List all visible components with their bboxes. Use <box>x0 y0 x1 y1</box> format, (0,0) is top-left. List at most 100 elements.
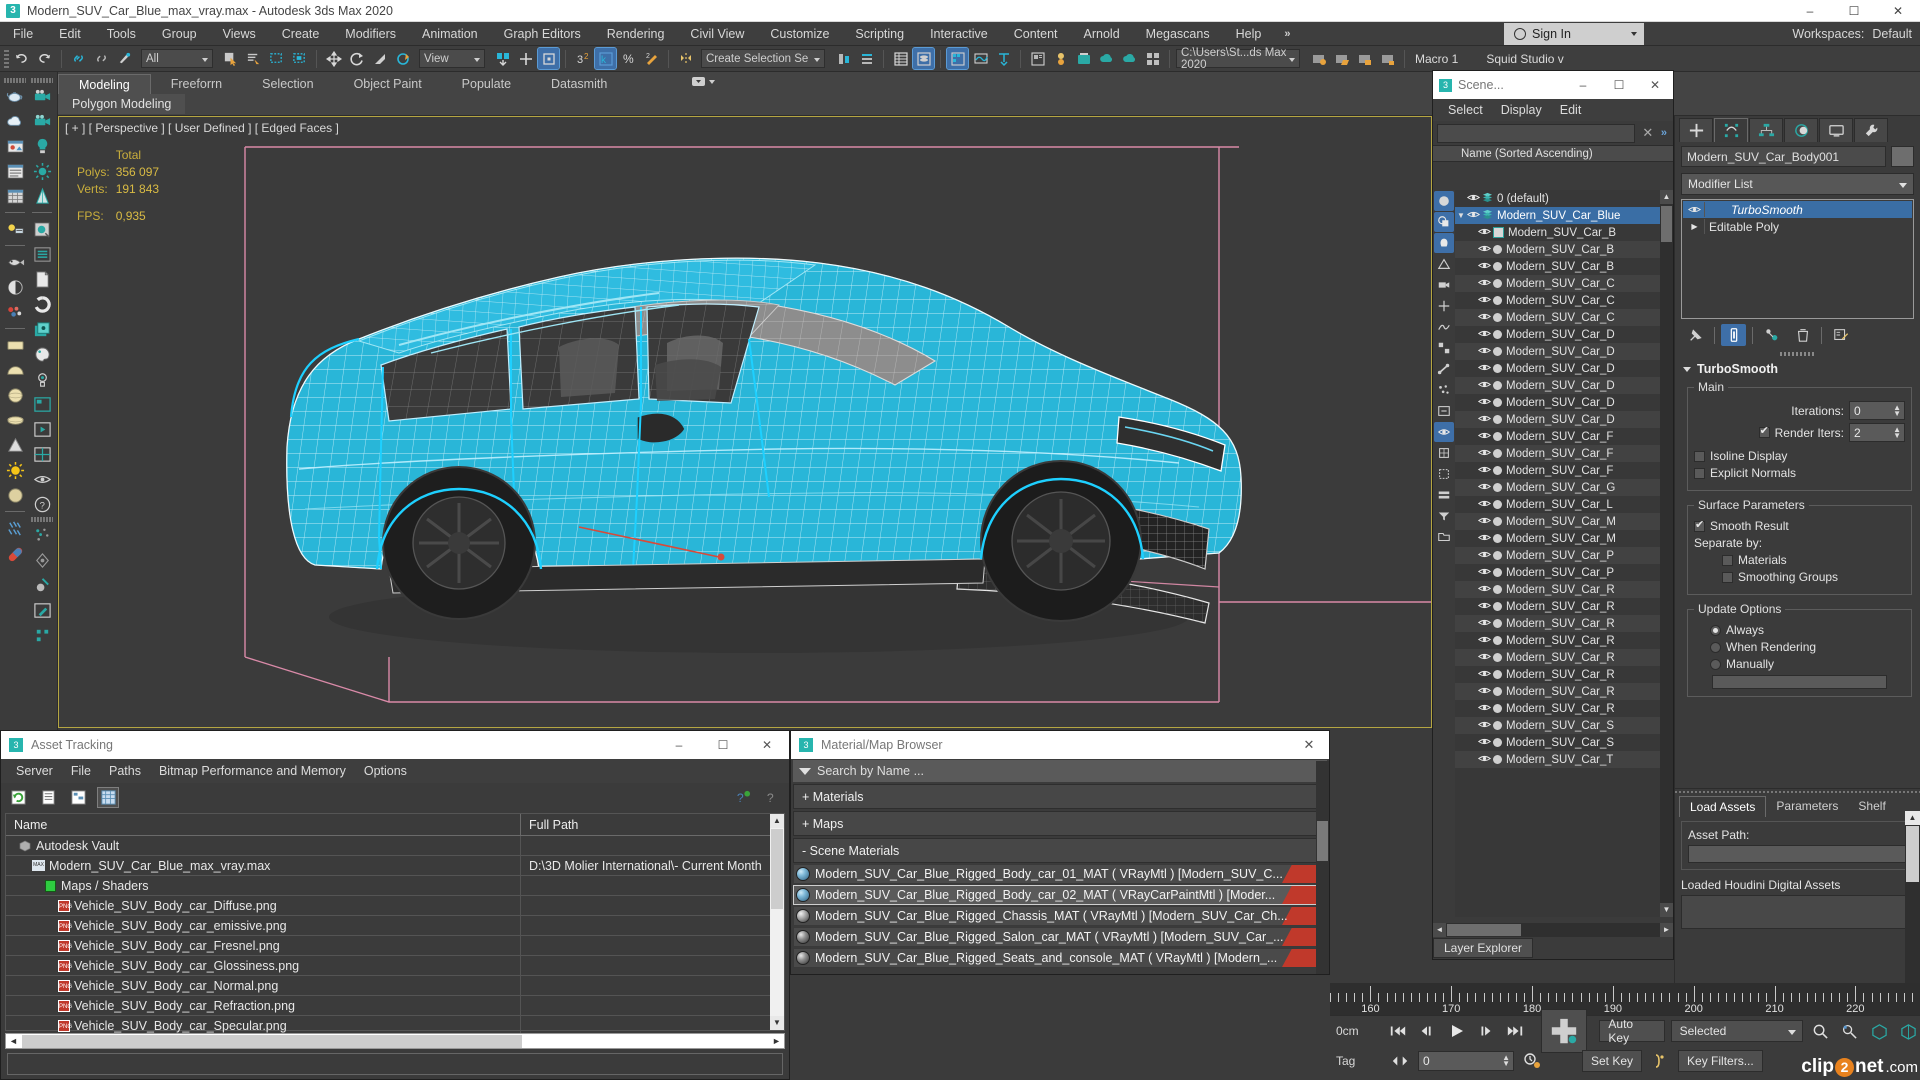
visibility-eye-icon[interactable] <box>1477 463 1493 479</box>
visibility-eye-icon[interactable] <box>1477 667 1493 683</box>
scene-explorer-row[interactable]: Modern_SUV_Car_M <box>1455 513 1673 530</box>
menu-item-arnold[interactable]: Arnold <box>1071 22 1133 46</box>
physical-camera-icon[interactable] <box>30 109 54 133</box>
scene-explorer-row[interactable]: Modern_SUV_Car_D <box>1455 360 1673 377</box>
auto-key-button[interactable]: Auto Key <box>1599 1017 1665 1045</box>
filter-bones-icon[interactable] <box>1434 359 1454 379</box>
open-project-folder-icon[interactable] <box>1331 48 1352 69</box>
reference-coordinate-system-dropdown[interactable]: View <box>419 49 485 68</box>
when-rendering-radio[interactable] <box>1710 641 1721 653</box>
houdini-panel-scrollbar[interactable]: ▲ <box>1905 811 1920 988</box>
ribbon-display-dropdown[interactable] <box>690 73 724 91</box>
scrollbar-thumb[interactable] <box>1661 206 1672 242</box>
menu-item-views[interactable]: Views <box>210 22 269 46</box>
hemisphere-shade-icon[interactable] <box>3 275 27 299</box>
scene-explorer-row[interactable]: Modern_SUV_Car_R <box>1455 666 1673 683</box>
scene-explorer-row[interactable]: Modern_SUV_Car_S <box>1455 734 1673 751</box>
compact-material-editor-icon[interactable] <box>993 48 1014 69</box>
list-view-icon[interactable] <box>37 787 59 808</box>
asset-path-field[interactable] <box>1688 845 1907 863</box>
set-key-button[interactable]: Set Key <box>1582 1050 1643 1072</box>
render-in-cloud-icon[interactable] <box>1096 48 1117 69</box>
panel-splitter[interactable] <box>1779 352 1816 356</box>
visibility-eye-icon[interactable] <box>1477 242 1493 258</box>
toolbar-grip[interactable] <box>4 49 9 68</box>
scene-explorer-row[interactable]: Modern_SUV_Car_D <box>1455 411 1673 428</box>
project-options-icon[interactable] <box>1377 48 1398 69</box>
scrollbar-thumb-horizontal[interactable] <box>22 1035 522 1048</box>
directional-light-icon[interactable] <box>30 184 54 208</box>
materials-checkbox[interactable] <box>1722 554 1733 566</box>
scene-explorer-row[interactable]: Modern_SUV_Car_P <box>1455 547 1673 564</box>
unlink-selection-icon[interactable] <box>91 48 112 69</box>
capsule-red-blue-icon[interactable] <box>3 541 27 565</box>
scroll-right-icon[interactable]: ► <box>769 1034 784 1048</box>
modifier-stack-item-turbosmooth[interactable]: TurboSmooth <box>1683 201 1912 218</box>
scrollbar-thumb[interactable] <box>1317 821 1328 861</box>
object-color-swatch[interactable] <box>1891 146 1914 167</box>
pin-stack-icon[interactable] <box>1683 324 1708 346</box>
material-browser-scrollbar[interactable] <box>1316 761 1329 974</box>
scene-explorer-row[interactable]: Modern_SUV_Car_L <box>1455 496 1673 513</box>
filter-helpers-icon[interactable] <box>1434 296 1454 316</box>
close-button[interactable]: ✕ <box>1876 0 1920 22</box>
se-menu-select[interactable]: Select <box>1439 103 1492 117</box>
ribbon-tab-selection[interactable]: Selection <box>242 74 333 94</box>
scene-explorer-row[interactable]: Modern_SUV_Car_R <box>1455 632 1673 649</box>
visibility-eye-icon[interactable] <box>1477 327 1493 343</box>
eye-view-icon[interactable] <box>30 467 54 491</box>
visibility-eye-icon[interactable] <box>1477 582 1493 598</box>
scrollbar-thumb-horizontal[interactable] <box>1447 924 1521 936</box>
menu-item-group[interactable]: Group <box>149 22 210 46</box>
tab-shelf[interactable]: Shelf <box>1848 796 1895 817</box>
menu-item-create[interactable]: Create <box>269 22 333 46</box>
search-options-triangle-icon[interactable] <box>799 767 811 775</box>
asset-table-row[interactable]: PNG Vehicle_SUV_Body_car_Glossiness.png <box>6 955 784 976</box>
time-configuration-icon[interactable] <box>1520 1050 1544 1072</box>
sun-light-icon[interactable] <box>3 458 27 482</box>
scene-explorer-row[interactable]: Modern_SUV_Car_G <box>1455 479 1673 496</box>
undo-icon[interactable] <box>11 48 32 69</box>
column-header-name[interactable]: Name <box>6 813 521 836</box>
filter-hidden-icon[interactable] <box>1434 422 1454 442</box>
select-region-icon[interactable] <box>30 598 54 622</box>
perspective-viewport[interactable]: [ + ] [ Perspective ] [ User Defined ] [… <box>58 116 1432 728</box>
asset-horizontal-scrollbar[interactable]: ◄ ► <box>5 1033 785 1049</box>
scroll-down-icon[interactable]: ▼ <box>1660 903 1673 917</box>
save-project-icon[interactable] <box>1354 48 1375 69</box>
material-list-item[interactable]: Modern_SUV_Car_Blue_Rigged_Salon_car_MAT… <box>793 927 1327 947</box>
visibility-eye-icon[interactable] <box>1477 633 1493 649</box>
timeline-ticks[interactable]: 160 170 180 190 200 210 220 <box>1330 983 1920 1015</box>
filter-lights-icon[interactable] <box>1434 254 1454 274</box>
asset-menu-file[interactable]: File <box>62 764 100 778</box>
ribbon-tab-populate[interactable]: Populate <box>442 74 531 94</box>
sub-object-icon[interactable] <box>30 623 54 647</box>
toolbar-grip[interactable] <box>31 517 53 522</box>
cone-primitive-icon[interactable] <box>3 433 27 457</box>
light-bulb-icon[interactable] <box>30 134 54 158</box>
visibility-eye-icon[interactable] <box>1477 276 1493 292</box>
select-by-name-icon[interactable] <box>243 48 264 69</box>
scene-explorer-row[interactable]: Modern_SUV_Car_F <box>1455 428 1673 445</box>
goto-start-icon[interactable] <box>1387 1020 1410 1042</box>
visibility-eye-icon[interactable] <box>1477 480 1493 496</box>
filter-geometry-icon[interactable] <box>1434 212 1454 232</box>
select-object-icon[interactable] <box>220 48 241 69</box>
manually-radio[interactable] <box>1710 658 1721 670</box>
asset-menu-paths[interactable]: Paths <box>100 764 150 778</box>
curve-editor-icon[interactable] <box>946 47 969 70</box>
asset-vertical-scrollbar[interactable]: ▲ ▼ <box>770 814 784 1030</box>
fish-object-icon[interactable] <box>3 250 27 274</box>
tab-parameters[interactable]: Parameters <box>1766 796 1848 817</box>
render-iters-spinner[interactable]: 2 ▲ ▼ <box>1849 423 1905 442</box>
refresh-icon[interactable] <box>7 787 29 808</box>
material-list-item[interactable]: Modern_SUV_Car_Blue_Rigged_Seats_and_con… <box>793 948 1327 968</box>
scrollbar-thumb[interactable] <box>1906 826 1919 882</box>
select-and-place-icon[interactable] <box>392 48 413 69</box>
select-and-manipulate-icon[interactable] <box>515 48 536 69</box>
goto-end-icon[interactable] <box>1504 1020 1527 1042</box>
asset-menu-bitmap-performance[interactable]: Bitmap Performance and Memory <box>150 764 355 778</box>
spreadsheet-icon[interactable] <box>3 184 27 208</box>
document-icon[interactable] <box>30 267 54 291</box>
utilities-tab-icon[interactable] <box>1854 118 1888 142</box>
